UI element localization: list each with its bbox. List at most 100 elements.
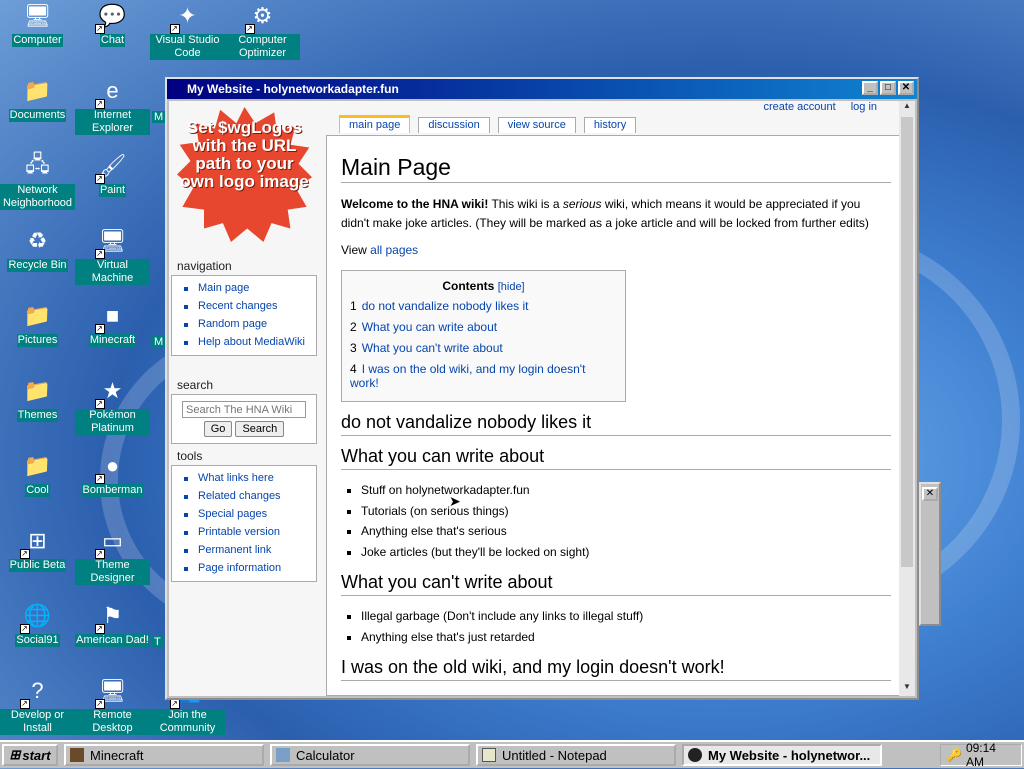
toc-hide-link[interactable]: [hide] (498, 281, 525, 293)
start-label: start (22, 747, 51, 763)
tools-item-related-changes[interactable]: Related changes (182, 490, 310, 503)
desktop-icon[interactable]: ⚙ ↗ Computer Optimizer (225, 0, 300, 60)
desktop-icon-label: Recycle Bin (7, 259, 68, 272)
toc-entry[interactable]: 4I was on the old wiki, and my login doe… (350, 362, 617, 390)
list-item: Anything else that's serious (361, 521, 891, 542)
section-list: Stuff on holynetworkadapter.fun Tutorial… (341, 480, 891, 562)
tools-item-page-information[interactable]: Page information (182, 562, 310, 575)
task-minecraft[interactable]: Minecraft (64, 744, 264, 766)
partial-icon-label: M (152, 336, 166, 348)
toc-link[interactable]: What you can write about (362, 320, 497, 334)
desktop-icon[interactable]: 📁 Themes (0, 375, 75, 422)
toc-link[interactable]: I was on the old wiki, and my login does… (350, 362, 585, 390)
shortcut-arrow-icon: ↗ (169, 24, 180, 34)
create-account-link[interactable]: create account (763, 101, 835, 113)
scrollbar-thumb[interactable] (901, 117, 913, 567)
list-item: Stuff on holynetworkadapter.fun (361, 480, 891, 501)
nav-item-recent-changes[interactable]: Recent changes (182, 300, 310, 313)
tab-history[interactable]: history (583, 117, 637, 133)
tab-discussion[interactable]: discussion (418, 117, 490, 133)
desktop-icon-label: Internet Explorer (75, 109, 150, 135)
section-heading: What you can't write about (341, 572, 891, 596)
maximize-button[interactable]: □ (880, 81, 896, 95)
article-body: Main Page Welcome to the HNA wiki! This … (326, 135, 899, 696)
partial-icon-label: M (152, 111, 166, 123)
desktop-icon[interactable]: ✦ ↗ Visual Studio Code (150, 0, 225, 60)
log-in-link[interactable]: log in (851, 101, 877, 113)
calculator-icon (276, 748, 290, 762)
desktop-icon[interactable]: ♻ Recycle Bin (0, 225, 75, 272)
search-input[interactable] (182, 401, 306, 418)
task-my-website[interactable]: My Website - holynetwor... (682, 744, 882, 766)
close-button[interactable]: ✕ (898, 81, 914, 95)
list-item: Illegal garbage (Don't include any links… (361, 606, 891, 627)
toc-num: 1 (350, 299, 357, 313)
tab-view-source[interactable]: view source (497, 117, 576, 133)
window-titlebar[interactable]: My Website - holynetworkadapter.fun _ □ … (167, 79, 917, 99)
start-button[interactable]: ⊞ start (2, 744, 58, 766)
background-window[interactable]: ✕ (919, 482, 941, 626)
tab-main-page[interactable]: main page (339, 115, 411, 133)
section-list: Illegal garbage (Don't include any links… (341, 606, 891, 647)
desktop-icon[interactable]: ● ↗ Bomberman (75, 450, 150, 497)
desktop-icon[interactable]: ? ↗ Develop or Install (0, 675, 75, 735)
desktop-app-icon: 🖧 (25, 151, 50, 176)
intro-emphasis: serious (562, 197, 602, 211)
wiki-logo[interactable]: Set $wgLogos with the URL path to your o… (177, 107, 312, 242)
shortcut-arrow-icon: ↗ (94, 399, 105, 409)
desktop-icon[interactable]: 🖧 Network Neighborhood (0, 150, 75, 210)
desktop-app-icon: 📁 (23, 378, 52, 403)
go-button[interactable]: Go (203, 421, 233, 437)
task-label: Untitled - Notepad (502, 747, 607, 763)
desktop-icon[interactable]: 🖥 ↗ Remote Desktop (75, 675, 150, 735)
desktop-icon[interactable]: 📁 Cool (0, 450, 75, 497)
toc-link[interactable]: What you can't write about (362, 341, 503, 355)
tools-item-special-pages[interactable]: Special pages (182, 508, 310, 521)
toc-link[interactable]: do not vandalize nobody likes it (362, 299, 529, 313)
desktop-icon[interactable]: 📁 Pictures (0, 300, 75, 347)
tools-item-what-links-here[interactable]: What links here (182, 472, 310, 485)
desktop-icon-label: Chat (99, 34, 126, 47)
toc-title: Contents (442, 279, 495, 293)
desktop-icon[interactable]: 💬 ↗ Chat (75, 0, 150, 47)
nav-item-main-page[interactable]: Main page (182, 282, 310, 295)
tray-icon[interactable]: 🔑 (947, 748, 962, 762)
toc-entry[interactable]: 2 What you can write about (350, 320, 617, 334)
desktop-icon[interactable]: 🌐 ↗ Social91 (0, 600, 75, 647)
list-item: Joke articles (but they'll be locked on … (361, 542, 891, 563)
nav-item-help[interactable]: Help about MediaWiki (182, 336, 310, 349)
desktop-icon[interactable]: 🖥 Computer (0, 0, 75, 47)
shortcut-arrow-icon: ↗ (94, 549, 105, 559)
browser-window[interactable]: My Website - holynetworkadapter.fun _ □ … (165, 77, 919, 700)
desktop-icon-label: Computer (12, 34, 63, 47)
desktop-icon[interactable]: 🖥 ↗ Virtual Machine (75, 225, 150, 285)
clock[interactable]: 09:14 AM (966, 741, 1015, 769)
task-notepad[interactable]: Untitled - Notepad (476, 744, 676, 766)
desktop-icon[interactable]: ▭ ↗ Theme Designer (75, 525, 150, 585)
desktop-icon[interactable]: ⚑ ↗ American Dad! (75, 600, 150, 647)
vertical-scrollbar[interactable]: ▲ ▼ (899, 101, 915, 696)
scroll-up-icon[interactable]: ▲ (899, 101, 915, 115)
desktop-icon[interactable]: 📁 Documents (0, 75, 75, 122)
navigation-portlet: navigation Main page Recent changes Rand… (171, 259, 317, 356)
desktop-icon[interactable]: ■ ↗ Minecraft (75, 300, 150, 347)
close-icon[interactable]: ✕ (922, 487, 938, 501)
toc-entry[interactable]: 1 do not vandalize nobody likes it (350, 299, 617, 313)
nav-item-random-page[interactable]: Random page (182, 318, 310, 331)
toc-entry[interactable]: 3 What you can't write about (350, 341, 617, 355)
desktop-icon[interactable]: ⊞ ↗ Public Beta (0, 525, 75, 572)
notepad-icon (482, 748, 496, 762)
all-pages-link[interactable]: all pages (370, 243, 418, 257)
mouse-cursor-icon: ➤ (449, 493, 461, 509)
tools-item-permanent-link[interactable]: Permanent link (182, 544, 310, 557)
page-tabs: main page discussion view source history (339, 115, 644, 133)
task-calculator[interactable]: Calculator (270, 744, 470, 766)
minimize-button[interactable]: _ (862, 81, 878, 95)
desktop-icon[interactable]: 🖌 ↗ Paint (75, 150, 150, 197)
desktop-icon[interactable]: ★ ↗ Pokémon Platinum (75, 375, 150, 435)
intro-text: This wiki is a (488, 197, 563, 211)
search-button[interactable]: Search (235, 421, 285, 437)
desktop-icon[interactable]: e ↗ Internet Explorer (75, 75, 150, 135)
tools-item-printable-version[interactable]: Printable version (182, 526, 310, 539)
scroll-down-icon[interactable]: ▼ (899, 682, 915, 696)
